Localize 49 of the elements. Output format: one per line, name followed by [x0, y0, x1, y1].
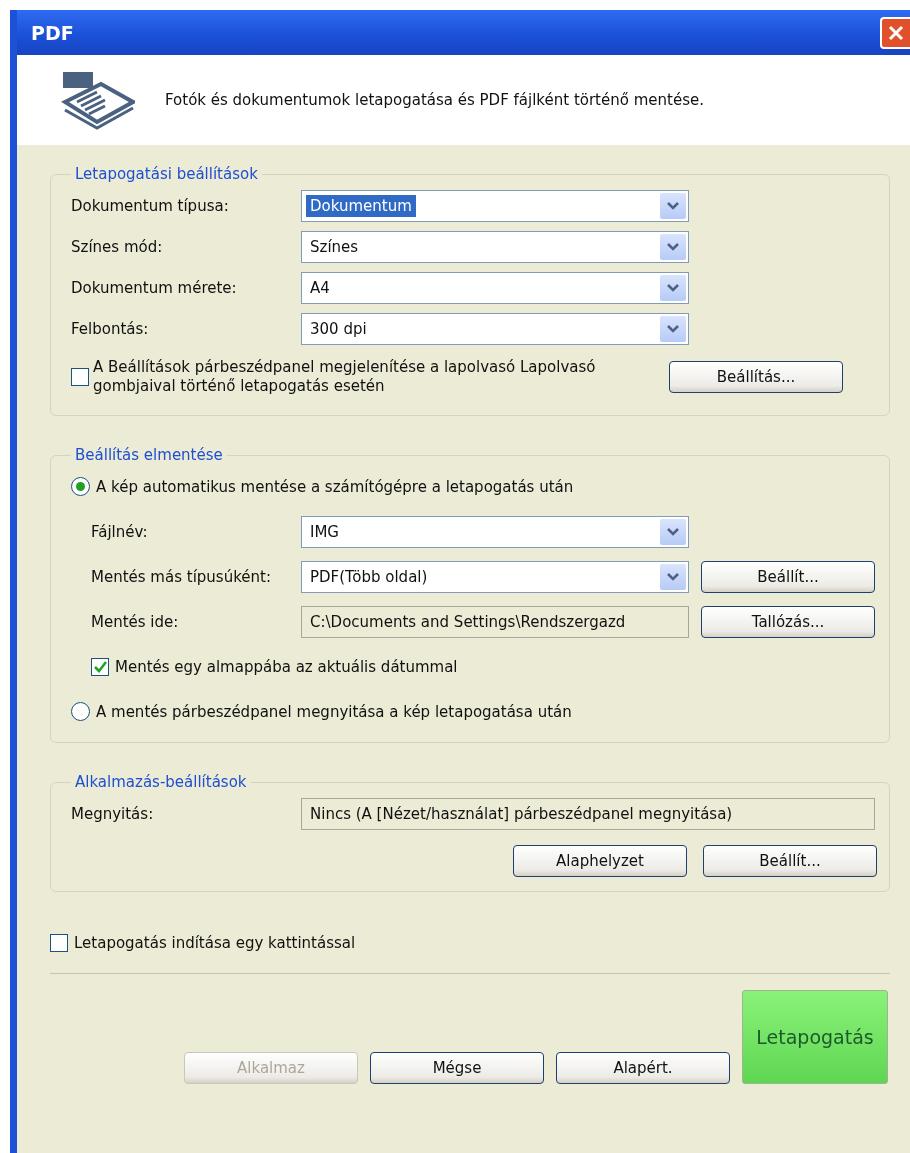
dropdown[interactable]: Színes — [301, 230, 689, 263]
chevron-down-icon[interactable] — [660, 518, 686, 545]
chevron-down-icon[interactable] — [660, 192, 686, 219]
field-label: Felbontás: — [71, 319, 150, 338]
open-action-field: Nincs (A [Nézet/használat] párbeszédpanel megnyitása) — [301, 797, 875, 830]
field-label: Mentés más típusúként: — [91, 567, 272, 586]
checkbox[interactable] — [71, 368, 89, 386]
field-label: Dokumentum típusa: — [71, 196, 230, 215]
scan-button[interactable]: Letapogatás — [742, 990, 888, 1084]
app-settings-button[interactable]: Alaphelyzet — [513, 844, 687, 877]
dropdown[interactable]: PDF(Több oldal) — [301, 560, 689, 593]
pdf-document-icon — [61, 70, 135, 130]
dropdown[interactable]: IMG — [301, 515, 689, 548]
chevron-down-icon[interactable] — [660, 315, 686, 342]
description-text: Fotók és dokumentumok letapogatása és PDF fájlként történő mentése. — [165, 91, 704, 109]
field-label: Fájlnév: — [91, 522, 149, 541]
group-title: Beállítás elmentése — [74, 446, 224, 464]
dialog-button[interactable]: Alapért. — [556, 1052, 730, 1084]
checkbox-label: A Beállítások párbeszédpanel megjelenítése a lapolvasó Lapolvasó gombjaival történő letapogatás esetén — [93, 358, 597, 396]
checkbox-label: Letapogatás indítása egy kattintással — [74, 933, 356, 952]
field-label: Dokumentum mérete: — [71, 278, 238, 297]
radio-button[interactable] — [71, 477, 90, 496]
radio-button[interactable] — [71, 702, 90, 721]
dropdown[interactable]: Dokumentum — [301, 189, 689, 222]
chevron-down-icon[interactable] — [660, 233, 686, 260]
field-button[interactable]: Beállít... — [701, 560, 875, 593]
path-field: C:\Documents and Settings\Rendszergazd — [301, 605, 689, 638]
dropdown[interactable]: 300 dpi — [301, 312, 689, 345]
field-label: Mentés ide: — [91, 612, 180, 631]
window-title: PDF — [31, 21, 74, 44]
checkbox[interactable] — [91, 657, 109, 676]
app-settings-button[interactable]: Beállít... — [703, 844, 877, 877]
group-title: Alkalmazás-beállítások — [74, 773, 248, 791]
radio-label: A kép automatikus mentése a számítógépre a letapogatás után — [96, 477, 574, 496]
settings-button[interactable]: Beállítás... — [669, 361, 843, 393]
field-label: Megnyitás: — [71, 804, 155, 823]
dropdown[interactable]: A4 — [301, 271, 689, 304]
chevron-down-icon[interactable] — [660, 274, 686, 301]
chevron-down-icon[interactable] — [660, 563, 686, 590]
dialog-button[interactable]: Mégse — [370, 1052, 544, 1084]
field-label: Színes mód: — [71, 237, 164, 256]
close-icon — [888, 24, 904, 41]
checkbox[interactable] — [50, 933, 68, 952]
checkbox-label: Mentés egy almappába az aktuális dátummal — [115, 657, 458, 676]
field-button[interactable]: Tallózás... — [701, 605, 875, 638]
group-title: Letapogatási beállítások — [74, 165, 259, 183]
close-button[interactable] — [880, 16, 910, 49]
checkmark-icon — [93, 660, 107, 673]
radio-label: A mentés párbeszédpanel megnyitása a kép letapogatása után — [96, 702, 572, 721]
